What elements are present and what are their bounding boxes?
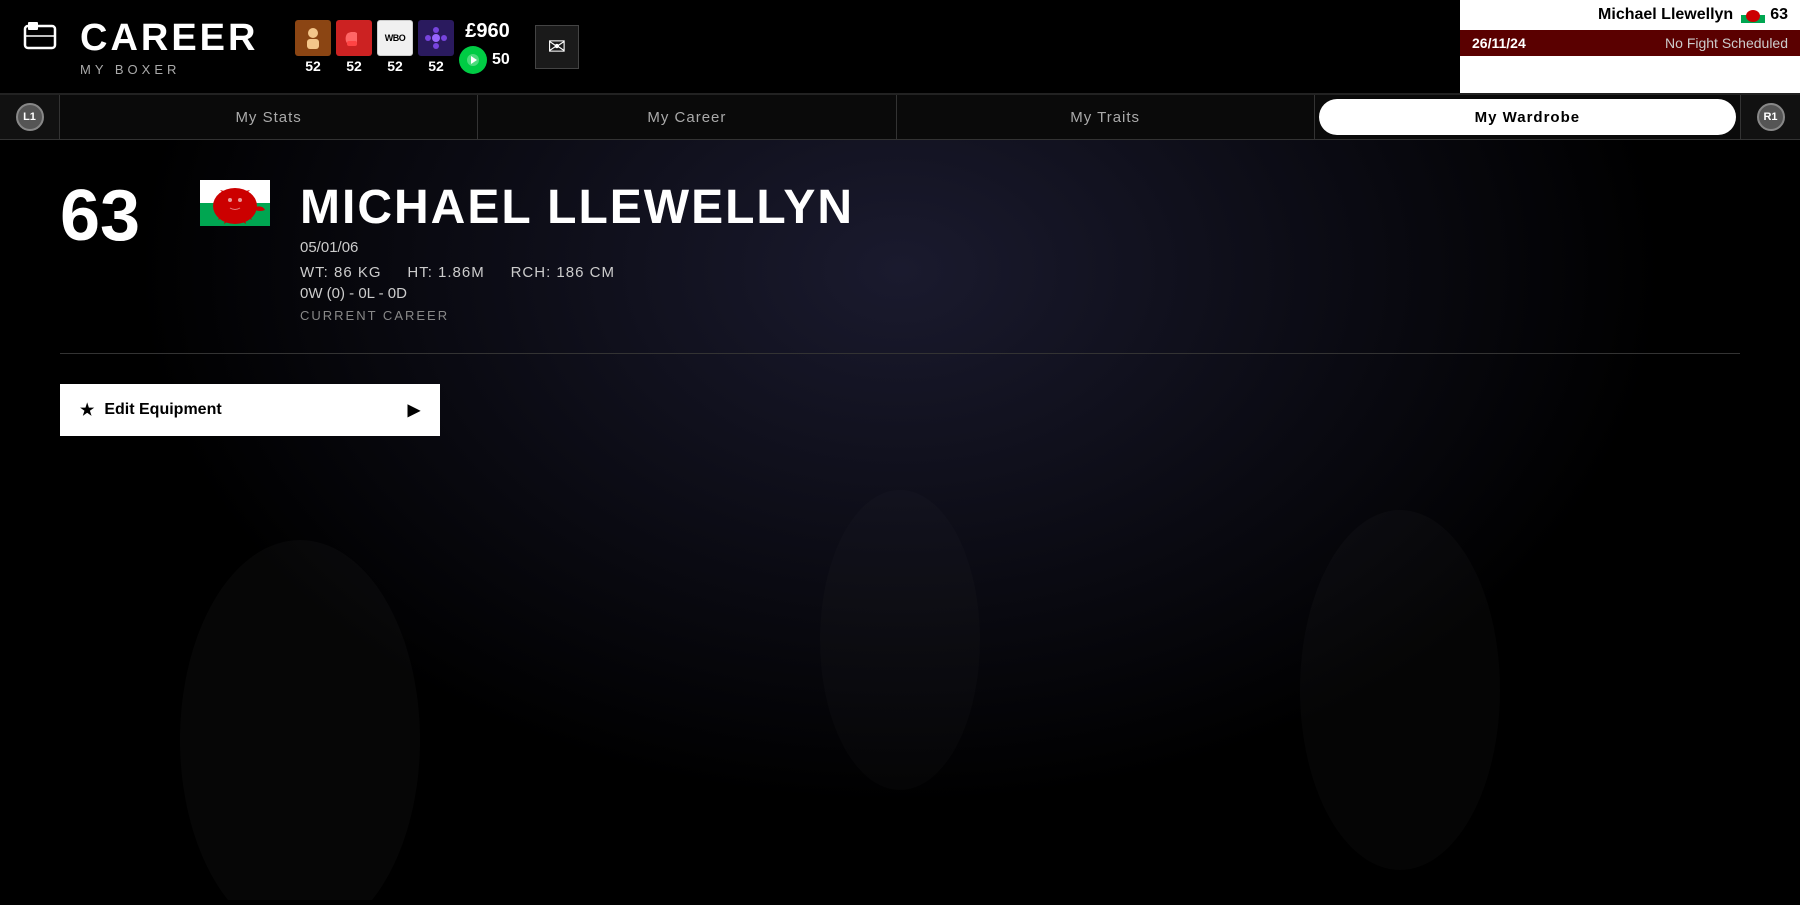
header-bar: CAREER MY BOXER 52 (0, 0, 1800, 95)
l1-button[interactable]: L1 (16, 103, 44, 131)
mail-button[interactable]: ✉ (535, 25, 579, 69)
player-rating-badge: 63 (1741, 6, 1788, 24)
player-name-row: Michael Llewellyn 63 (1460, 0, 1800, 30)
boxer-reach: RCH: 186 CM (511, 264, 615, 281)
stat-wbo-value: 52 (387, 58, 403, 74)
boxer-weight: WT: 86 KG (300, 264, 382, 281)
stat-group-boxer: 52 (295, 20, 331, 74)
no-fight-status: No Fight Scheduled (1665, 35, 1788, 51)
green-stat-row: 50 (459, 46, 510, 74)
stat-group-ornate: 52 (418, 20, 454, 74)
flag-small-icon (1741, 7, 1765, 23)
boxer-name: MICHAEL LLEWELLYN (300, 180, 854, 235)
boxer-rating: 63 (60, 180, 170, 252)
main-content: 63 (0, 140, 1800, 476)
tab-my-wardrobe[interactable]: My Wardrobe (1319, 99, 1736, 135)
stat-glove-value: 52 (346, 58, 362, 74)
boxer-height: HT: 1.86M (407, 264, 484, 281)
player-panel: Michael Llewellyn 63 26/11/24 No Fight S… (1460, 0, 1800, 93)
stats-icons-area: 52 52 WBO 52 (280, 0, 1460, 93)
r1-button[interactable]: R1 (1757, 103, 1785, 131)
money-section: £960 50 (459, 20, 520, 74)
stat-ornate-value: 52 (428, 58, 444, 74)
boxer-dob: 05/01/06 (300, 239, 854, 256)
edit-equipment-button[interactable]: ★ Edit Equipment ▶ (60, 384, 440, 436)
player-rating-number: 63 (1770, 6, 1788, 24)
mail-icon: ✉ (548, 34, 566, 60)
boxer-details: MICHAEL LLEWELLYN 05/01/06 WT: 86 KG HT:… (300, 180, 854, 323)
money-amount: £960 (465, 20, 510, 43)
boxer-physical-stats: WT: 86 KG HT: 1.86M RCH: 186 CM (300, 264, 854, 281)
equipment-arrow-icon: ▶ (408, 400, 420, 420)
stat-group-glove: 52 (336, 20, 372, 74)
boxer-flag-icon (200, 180, 270, 226)
stat-group-wbo: WBO 52 (377, 20, 413, 74)
player-date-fight-row: 26/11/24 No Fight Scheduled (1460, 30, 1800, 56)
nav-tabs: L1 My Stats My Career My Traits My Wardr… (0, 95, 1800, 140)
nav-left-button[interactable]: L1 (0, 95, 60, 139)
tab-my-career[interactable]: My Career (478, 95, 896, 139)
boxer-profile: 63 (60, 180, 1740, 323)
player-name: Michael Llewellyn (1598, 6, 1733, 24)
player-date: 26/11/24 (1472, 35, 1526, 51)
wbo-label: WBO (385, 33, 406, 43)
equipment-button-label: Edit Equipment (104, 401, 221, 419)
tab-my-traits[interactable]: My Traits (897, 95, 1315, 139)
logo-section: CAREER MY BOXER (0, 0, 280, 93)
green-stat-icon (459, 46, 487, 74)
boxer-record: 0W (0) - 0L - 0D (300, 285, 854, 302)
boxer-career-label: CURRENT CAREER (300, 308, 854, 323)
equipment-star-icon: ★ (80, 400, 94, 420)
tab-my-stats[interactable]: My Stats (60, 95, 478, 139)
stat-boxer-value: 52 (305, 58, 321, 74)
logo-title: CAREER (80, 17, 258, 60)
career-logo-icon (20, 18, 70, 58)
logo-subtitle: MY BOXER (20, 62, 260, 77)
green-stat-value: 50 (492, 51, 510, 69)
nav-right-button[interactable]: R1 (1740, 95, 1800, 139)
section-divider (60, 353, 1740, 354)
